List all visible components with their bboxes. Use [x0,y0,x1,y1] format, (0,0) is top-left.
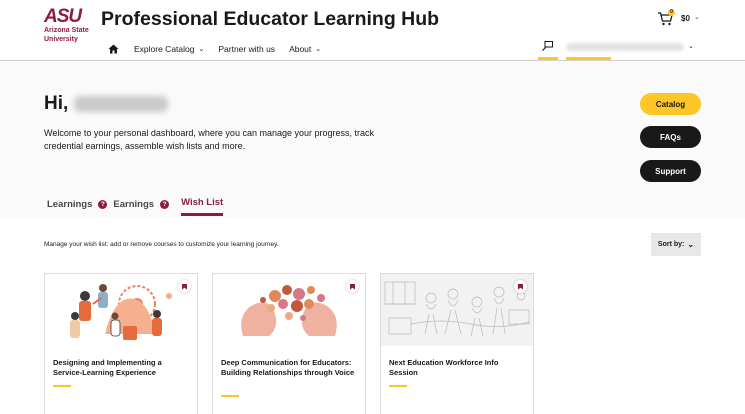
course-image [45,274,197,346]
home-icon[interactable] [108,44,119,54]
nav-explore-catalog-label: Explore Catalog [134,44,195,54]
chevron-down-icon: ⌄ [315,46,322,53]
help-icon[interactable]: ? [160,199,170,209]
site-header: ASU Arizona State University Professiona… [0,0,745,61]
nav-partner-with-us[interactable]: Partner with us [218,44,275,54]
chevron-down-icon[interactable]: ⌄ [688,42,694,50]
course-title[interactable]: Deep Communication for Educators: Buildi… [221,358,361,377]
course-title[interactable]: Next Education Workforce Info Session [389,358,529,377]
workforce-sketch-illustration [381,274,533,346]
logo-text-line1: Arizona State [44,27,89,34]
tab-earnings-label: Earnings [113,198,155,210]
nav-about-label: About [289,44,312,54]
user-icon-underline [538,57,558,60]
dashboard-hero: Hi, Welcome to your personal dashboard, … [0,61,745,218]
course-card[interactable]: Next Education Workforce Info Session [380,273,534,414]
card-accent-bar [389,385,407,387]
cart-total[interactable]: $0 [681,14,690,23]
tab-wish-list-label: Wish List [181,196,224,208]
bookmark-icon[interactable] [346,280,359,293]
nav-explore-catalog[interactable]: Explore Catalog ⌄ [134,44,204,54]
sort-label: Sort by: [657,241,685,248]
course-card[interactable]: Deep Communication for Educators: Buildi… [212,273,366,414]
dashboard-tabs: Learnings ? Earnings ? Wish List [47,195,229,216]
cart-count-badge: 0 [668,9,675,16]
user-account-icon[interactable] [542,41,553,51]
greeting-text: Hi, [44,93,69,114]
site-title[interactable]: Professional Educator Learning Hub [101,8,439,31]
tab-earnings[interactable]: Earnings ? [113,195,170,213]
card-accent-bar [53,385,71,387]
logo-mark: ASU [44,6,82,27]
welcome-text: Welcome to your personal dashboard, wher… [44,128,375,151]
chevron-down-icon: ⌄ [687,240,695,249]
greeting-name-redacted [74,96,169,112]
sort-dropdown[interactable]: Sort by: ⌄ [651,233,701,256]
user-name-redacted [566,43,684,51]
faqs-button[interactable]: FAQs [640,126,701,148]
greeting: Hi, [44,93,169,115]
chevron-down-icon: ⌄ [198,46,205,53]
tab-learnings-label: Learnings [47,198,93,210]
bookmark-icon[interactable] [514,280,527,293]
course-title[interactable]: Designing and Implementing a Service-Lea… [53,358,193,377]
logo-text-line2: University [44,35,78,43]
nav-partner-label: Partner with us [218,44,276,54]
nav-about[interactable]: About ⌄ [289,44,321,54]
bookmark-icon[interactable] [178,280,191,293]
chevron-down-icon[interactable]: ⌄ [694,13,700,21]
tab-wish-list[interactable]: Wish List [181,195,224,216]
support-button[interactable]: Support [640,160,701,182]
help-icon[interactable]: ? [98,199,108,209]
communication-illustration [213,274,365,346]
catalog-button[interactable]: Catalog [640,93,701,115]
course-image [213,274,365,346]
tab-learnings[interactable]: Learnings ? [47,195,108,213]
asu-logo[interactable]: ASU Arizona State University [44,6,94,43]
course-card[interactable]: Designing and Implementing a Service-Lea… [44,273,198,414]
course-image [381,274,533,346]
card-accent-bar [221,395,239,397]
wishlist-intro: Manage your wish list: add or remove cou… [44,241,279,248]
service-learning-illustration [45,274,197,346]
main-nav: Explore Catalog ⌄ Partner with us About … [108,42,335,56]
user-name-underline [566,57,611,60]
